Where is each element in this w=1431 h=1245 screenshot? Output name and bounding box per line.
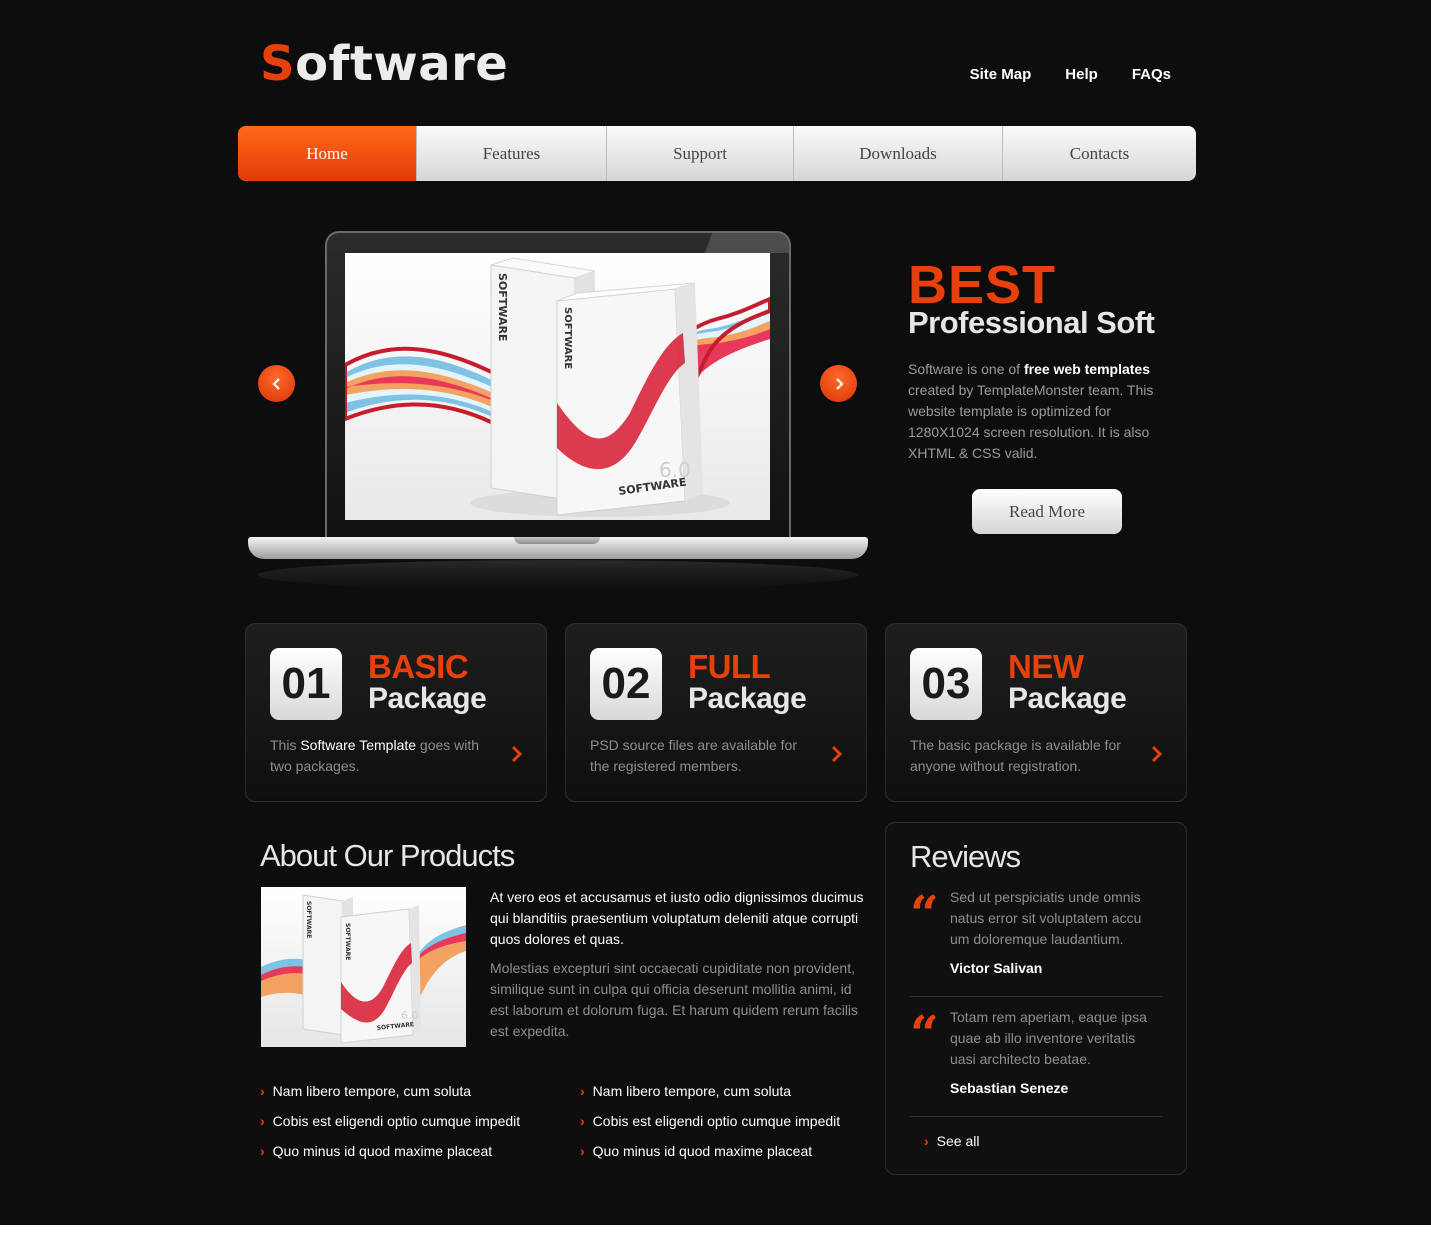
package-description: This Software Template goes with two pac… — [270, 737, 480, 774]
chevron-right-icon[interactable] — [830, 744, 844, 764]
nav-support[interactable]: Support — [606, 126, 793, 181]
package-subtitle: Package — [368, 682, 487, 715]
slider-image: SOFTWARE SOFTWARE 6.0 SOFTWARE — [345, 253, 770, 520]
page: Software Site Map Help FAQs Home Feature… — [0, 0, 1431, 1225]
review-text: Sed ut perspiciatis unde omnis natus err… — [950, 889, 1142, 947]
software-box-illustration: SOFTWARE SOFTWARE 6.0 SOFTWARE — [345, 257, 770, 517]
nav-home[interactable]: Home — [238, 126, 416, 181]
about-body-text: Molestias excepturi sint occaecati cupid… — [490, 960, 859, 1039]
quote-icon: “ — [910, 1004, 939, 1063]
slider-next-button[interactable] — [820, 365, 857, 402]
package-number: 01 — [270, 648, 342, 720]
help-link[interactable]: Help — [1065, 66, 1098, 83]
chevron-right-icon: › — [260, 1143, 265, 1159]
see-all-link[interactable]: › See all — [924, 1133, 979, 1149]
chevron-right-icon[interactable] — [1150, 744, 1164, 764]
package-description: The basic package is available for anyon… — [910, 737, 1121, 774]
site-logo[interactable]: Software — [260, 36, 508, 92]
reviews-panel: Reviews “ Sed ut perspiciatis unde omnis… — [885, 822, 1187, 1175]
review-author: Sebastian Seneze — [950, 1080, 1069, 1096]
chevron-right-icon: › — [580, 1083, 585, 1099]
package-number: 02 — [590, 648, 662, 720]
package-title: BASIC — [368, 648, 469, 685]
review-divider — [910, 996, 1162, 997]
package-subtitle: Package — [1008, 682, 1127, 715]
site-map-link[interactable]: Site Map — [970, 66, 1032, 83]
quote-icon: “ — [910, 884, 939, 943]
reviews-title: Reviews — [910, 839, 1021, 874]
list-item[interactable]: › Quo minus id quod maxime placeat — [260, 1136, 560, 1166]
package-description: PSD source files are available for the r… — [590, 737, 797, 774]
chevron-right-icon: › — [260, 1113, 265, 1129]
main-nav: Home Features Support Downloads Contacts — [238, 126, 1196, 181]
promo-description: Software is one of free web templates cr… — [908, 361, 1154, 461]
nav-features[interactable]: Features — [416, 126, 606, 181]
logo-text: oftware — [295, 36, 509, 92]
box-label-front: SOFTWARE — [562, 307, 573, 369]
feature-list-right: › Nam libero tempore, cum soluta › Cobis e… — [580, 1076, 880, 1166]
list-item[interactable]: › Cobis est eligendi optio cumque impedit — [580, 1106, 880, 1136]
laptop-base — [248, 537, 868, 559]
package-subtitle: Package — [688, 682, 807, 715]
chevron-right-icon — [835, 377, 844, 390]
about-lead-text: At vero eos et accusamus et iusto odio d… — [490, 889, 864, 947]
package-title: NEW — [1008, 648, 1084, 685]
laptop-reflection — [258, 560, 858, 590]
read-more-button[interactable]: Read More — [972, 489, 1122, 534]
chevron-right-icon: › — [580, 1113, 585, 1129]
review-author: Victor Salivan — [950, 960, 1043, 976]
package-number: 03 — [910, 648, 982, 720]
promo-subheading: Professional Soft — [908, 305, 1155, 340]
chevron-right-icon[interactable] — [510, 744, 524, 764]
package-title: FULL — [688, 648, 771, 685]
package-card-new[interactable]: 03 NEW Package The basic package is avai… — [885, 623, 1187, 802]
thumb-box-label-back: SOFTWARE — [305, 901, 312, 938]
feature-list-left: › Nam libero tempore, cum soluta › Cobis e… — [260, 1076, 560, 1166]
thumb-box-label-front: SOFTWARE — [344, 923, 351, 960]
review-divider — [910, 1116, 1162, 1117]
chevron-right-icon: › — [924, 1133, 929, 1149]
list-item[interactable]: › Nam libero tempore, cum soluta — [580, 1076, 880, 1106]
list-item[interactable]: › Quo minus id quod maxime placeat — [580, 1136, 880, 1166]
software-box-thumbnail: SOFTWARE SOFTWARE 6.0 SOFTWARE — [261, 894, 466, 1044]
chevron-right-icon: › — [260, 1083, 265, 1099]
package-card-full[interactable]: 02 FULL Package PSD source files are ava… — [565, 623, 867, 802]
box-label-back: SOFTWARE — [496, 273, 509, 341]
top-links: Site Map Help FAQs — [970, 66, 1171, 83]
slider-prev-button[interactable] — [258, 365, 295, 402]
faqs-link[interactable]: FAQs — [1132, 66, 1171, 83]
logo-initial: S — [260, 36, 296, 92]
nav-contacts[interactable]: Contacts — [1002, 126, 1196, 181]
nav-downloads[interactable]: Downloads — [793, 126, 1002, 181]
chevron-left-icon — [271, 377, 280, 390]
package-card-basic[interactable]: 01 BASIC Package This Software Template … — [245, 623, 547, 802]
review-text: Totam rem aperiam, eaque ipsa quae ab il… — [950, 1009, 1147, 1067]
chevron-right-icon: › — [580, 1143, 585, 1159]
about-title: About Our Products — [260, 838, 515, 873]
thumb-box-version: 6.0 — [401, 1009, 419, 1022]
list-item[interactable]: › Cobis est eligendi optio cumque impedit — [260, 1106, 560, 1136]
about-image: SOFTWARE SOFTWARE 6.0 SOFTWARE — [261, 887, 466, 1047]
list-item[interactable]: › Nam libero tempore, cum soluta — [260, 1076, 560, 1106]
